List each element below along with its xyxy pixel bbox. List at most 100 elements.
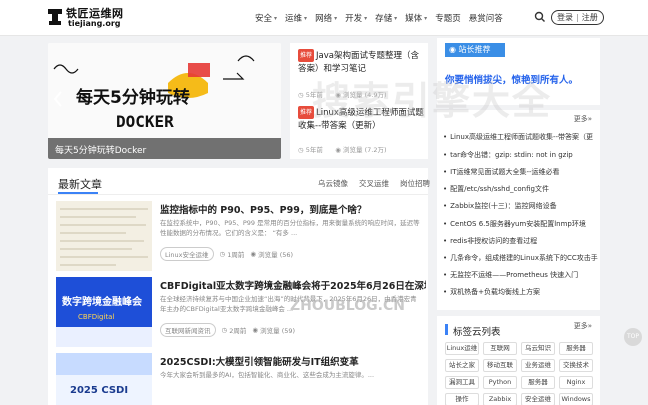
arrow-up-icon: TOP (626, 333, 639, 340)
recommend-badge: 推荐 (298, 49, 315, 62)
carousel-caption[interactable]: 每天5分钟玩转Docker (55, 143, 146, 156)
list-item[interactable]: • Linux高级运维工程师面试题收集--带答案（更 (443, 132, 598, 142)
register-link[interactable]: 注册 (582, 12, 598, 23)
clock-icon: ◷ (298, 146, 304, 154)
list-item[interactable]: • CentOS 6.5服务器yum安装配置lnmp环境 (443, 219, 598, 229)
tab-jobs[interactable]: 岗位招聘 (400, 178, 430, 189)
nav-item-media[interactable]: 媒体 ▾ (405, 12, 427, 24)
bell-icon: ◉ (449, 45, 459, 54)
post-meta: Linux安全运维 ◷ 1周前 ◉ 浏览量 (56) (160, 247, 299, 261)
tag-item[interactable]: 服务器 (559, 342, 593, 355)
tag-item[interactable]: 移动互联 (483, 359, 517, 372)
post-excerpt: 今年大家会听到最多的AI，包括智能化、商业化、这些会成为主流旋律。... (160, 371, 375, 379)
list-item[interactable]: • IT运维常见面试题大全集--运维必看 (443, 167, 598, 177)
chevron-down-icon: ▾ (424, 14, 428, 22)
tag-item[interactable]: 漏洞工具 (445, 376, 479, 389)
thumb-text: 2025 CSDI (70, 385, 128, 396)
tag-item[interactable]: 业务运维 (521, 359, 555, 372)
post-title[interactable]: 监控指标中的 P90、P95、P99，到底是个啥？ (160, 202, 426, 216)
latest-title: 最新文章 (58, 178, 102, 191)
cover-text-1: 每天5分钟玩转 (76, 87, 190, 108)
bullet-icon: • (443, 133, 448, 141)
chevron-down-icon: ▾ (334, 14, 338, 22)
bullet-icon: • (443, 254, 448, 262)
nav-item-network[interactable]: 网络 ▾ (315, 12, 337, 24)
post-category[interactable]: Linux安全运维 (160, 247, 214, 261)
tag-item[interactable]: 操作 (445, 393, 479, 405)
title-underline (58, 192, 98, 194)
site-logo[interactable]: 铁匠运维网 tiejiang.org (46, 5, 128, 31)
main-nav: 安全 ▾ 运维 ▾ 网络 ▾ 开发 ▾ 存储 ▾ 媒体 ▾ 专题页 悬赏问答 (255, 0, 511, 36)
tag-item[interactable]: 安全运维 (521, 393, 555, 405)
nav-item-security[interactable]: 安全 ▾ (255, 12, 277, 24)
latest-header: 最新文章 乌云镜像 交叉运维 岗位招聘 (48, 168, 430, 195)
featured-carousel[interactable]: 每天5分钟玩转 DOCKER 每天5分钟玩转Docker (48, 43, 281, 159)
tab-wooyun[interactable]: 乌云镜像 (318, 178, 348, 189)
eye-icon: ◉ (335, 146, 341, 154)
post-thumbnail[interactable]: 数字跨境金融峰会 CBFDigital (56, 277, 152, 347)
site-header: 铁匠运维网 tiejiang.org 安全 ▾ 运维 ▾ 网络 ▾ 开发 ▾ 存储 ▾ 媒… (0, 0, 648, 36)
tag-item[interactable]: 服务器 (521, 376, 555, 389)
popular-list-widget: 更多» • Linux高级运维工程师面试题收集--带答案（更 • tar命令出错：g… (437, 110, 600, 310)
nav-item-qa[interactable]: 悬赏问答 (469, 12, 503, 24)
tag-item[interactable]: 乌云知识 (521, 342, 555, 355)
bullet-icon: • (443, 168, 448, 176)
post-item[interactable]: 2025 CSDI 2025CSDI:大模型引领智能研发与IT组织变革 今年大家… (56, 353, 426, 405)
post-title[interactable]: 2025CSDI:大模型引领智能研发与IT组织变革 (160, 354, 426, 368)
tag-item[interactable]: Python (483, 376, 517, 389)
nav-item-topics[interactable]: 专题页 (435, 12, 461, 24)
more-link[interactable]: 更多» (574, 114, 592, 124)
nav-item-ops[interactable]: 运维 ▾ (285, 12, 307, 24)
notice-badge: ◉ 站长推荐 (445, 43, 505, 57)
bullet-icon: • (443, 288, 448, 296)
nav-item-dev[interactable]: 开发 ▾ (345, 12, 367, 24)
clock-icon: ◷ (221, 326, 228, 334)
bullet-icon: • (443, 151, 448, 159)
thumb-subtext: CBFDigital (78, 313, 114, 321)
tag-cloud-widget: 标签云列表 更多» Linux运维 互联网 乌云知识 服务器 站长之家 移动互联… (437, 316, 600, 405)
post-item[interactable]: 监控指标中的 P90、P95、P99，到底是个啥？ 在监控系统中，P90、P95… (56, 201, 426, 273)
list-item[interactable]: • tar命令出错：gzip: stdin: not in gzip (443, 150, 598, 160)
eye-icon: ◉ (250, 250, 257, 258)
tag-cloud-title: 标签云列表 (453, 327, 501, 338)
chevron-down-icon: ▾ (304, 14, 308, 22)
bullet-icon: • (443, 185, 448, 193)
latest-articles: 最新文章 乌云镜像 交叉运维 岗位招聘 监控指标中的 P90、P95、P99，到… (48, 168, 430, 405)
chevron-down-icon: ▾ (364, 14, 368, 22)
list-item[interactable]: • 配置/etc/ssh/sshd_config文件 (443, 184, 598, 194)
search-icon[interactable] (534, 11, 546, 23)
hot-article-meta: ◷ 5年前 ◉ 浏览量 (7.2万) (298, 146, 387, 154)
watermark-text: 搜索引擎大全 (312, 79, 553, 123)
post-meta: 互联网新闻资讯 ◷ 2周前 ◉ 浏览量 (59) (160, 323, 301, 337)
anvil-icon (48, 9, 62, 25)
clock-icon: ◷ (298, 91, 304, 99)
post-thumbnail[interactable] (56, 201, 152, 271)
tag-item[interactable]: 站长之家 (445, 359, 479, 372)
carousel-prev-icon[interactable] (53, 90, 63, 108)
tag-item[interactable]: Windows (559, 393, 593, 405)
tag-item[interactable]: 互联网 (483, 342, 517, 355)
login-link[interactable]: 登录 (557, 12, 573, 23)
list-item[interactable]: • 几条命令，组成搭建的Linux系统下的CC攻击手 (443, 253, 598, 263)
post-category[interactable]: 互联网新闻资讯 (160, 323, 216, 337)
list-item[interactable]: • Zabbix监控(十三)：监控网络设备 (443, 201, 598, 211)
tag-item[interactable]: 交换技术 (559, 359, 593, 372)
tag-item[interactable]: Zabbix (483, 393, 517, 405)
clock-icon: ◷ (219, 250, 226, 258)
list-item[interactable]: • 双机热备+负载均衡线上方案 (443, 287, 598, 297)
tab-cross-ops[interactable]: 交叉运维 (359, 178, 389, 189)
back-to-top-button[interactable]: TOP (624, 328, 642, 346)
list-item[interactable]: • redis非授权访问的查看过程 (443, 236, 598, 246)
list-item[interactable]: • 无监控不运维——Prometheus 快速入门 (443, 270, 598, 280)
eye-icon: ◉ (252, 326, 259, 334)
tag-item[interactable]: Nginx (559, 376, 593, 389)
bullet-icon: • (443, 202, 448, 210)
thumb-text: 数字跨境金融峰会 (62, 295, 142, 308)
more-link[interactable]: 更多» (574, 321, 592, 331)
tag-item[interactable]: Linux运维 (445, 342, 479, 355)
post-thumbnail[interactable]: 2025 CSDI (56, 353, 152, 405)
bullet-icon: • (443, 220, 448, 228)
post-title[interactable]: CBFDigital亚太数字跨境金融峰会将于2025年6月26日在深圳召开 (160, 278, 426, 292)
nav-item-storage[interactable]: 存储 ▾ (375, 12, 397, 24)
latest-tabs: 乌云镜像 交叉运维 岗位招聘 (307, 178, 430, 189)
